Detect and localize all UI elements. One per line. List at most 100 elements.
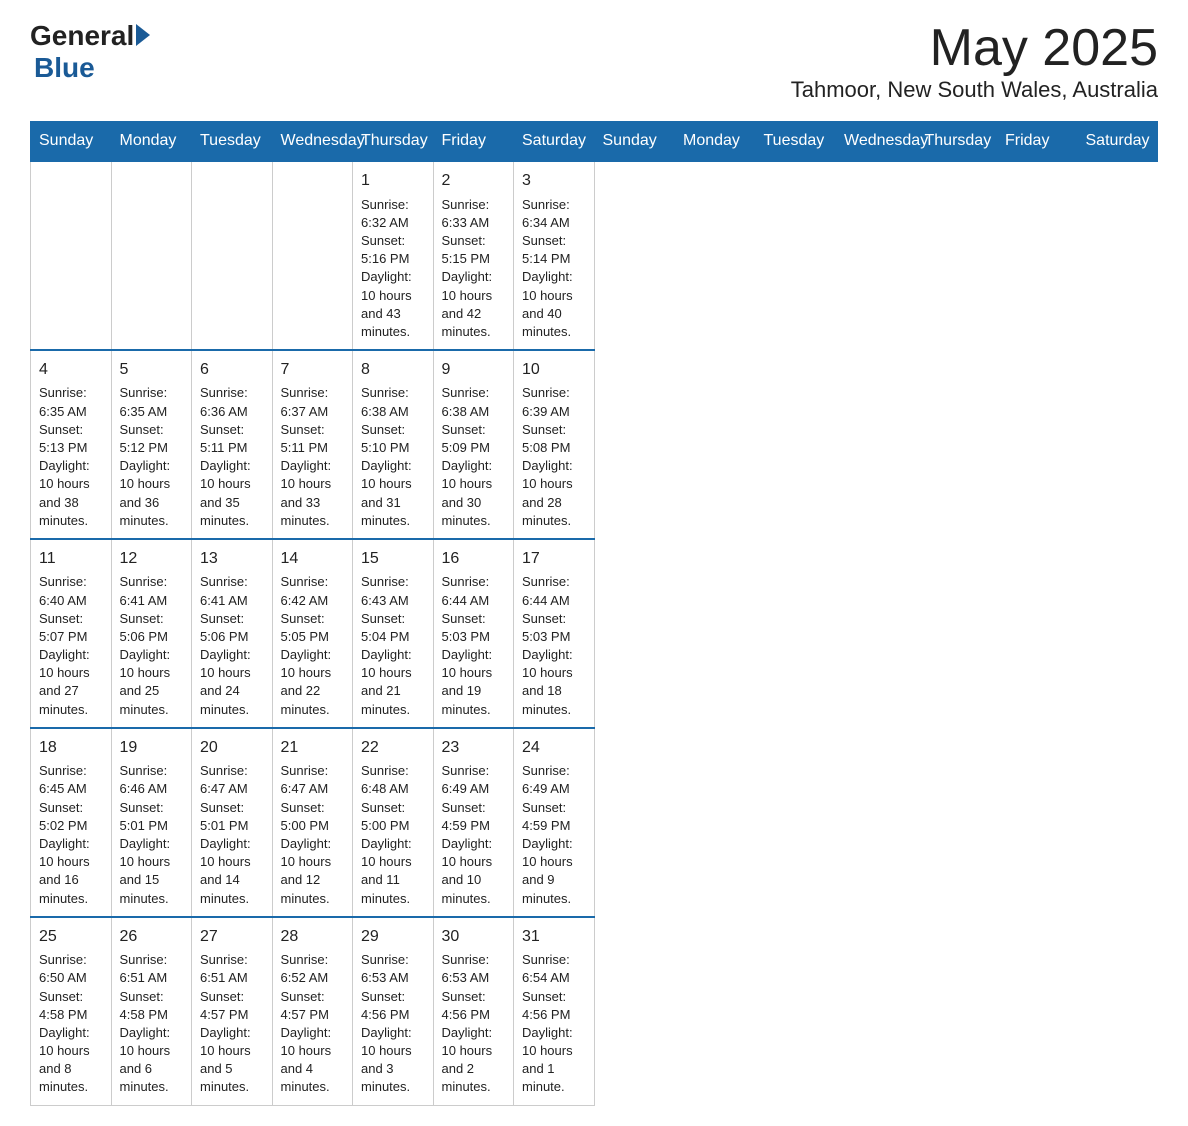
calendar-header-row: SundayMondayTuesdayWednesdayThursdayFrid… — [31, 122, 1158, 162]
calendar-cell: 21 Sunrise: 6:47 AMSunset: 5:00 PMDayligh… — [272, 728, 353, 917]
calendar-cell: 28Sunrise: 6:52 AMSunset: 4:57 PMDayligh… — [272, 917, 353, 1105]
day-number: 20 — [200, 737, 264, 759]
column-header-sunday: Sunday — [594, 122, 675, 162]
day-number: 30 — [442, 926, 506, 948]
day-number: 29 — [361, 926, 425, 948]
calendar-cell: 20Sunrise: 6:47 AMSunset: 5:01 PMDayligh… — [192, 728, 273, 917]
column-header-friday: Friday — [433, 122, 514, 162]
calendar-table: SundayMondayTuesdayWednesdayThursdayFrid… — [30, 121, 1158, 1105]
calendar-cell: 10 Sunrise: 6:39 AMSunset: 5:08 PMDayligh… — [514, 350, 595, 539]
calendar-cell: 15 Sunrise: 6:43 AMSunset: 5:04 PMDayligh… — [353, 539, 434, 728]
calendar-cell — [192, 161, 273, 350]
day-number: 19 — [120, 737, 184, 759]
calendar-cell: 16 Sunrise: 6:44 AMSunset: 5:03 PMDayligh… — [433, 539, 514, 728]
calendar-cell: 26Sunrise: 6:51 AMSunset: 4:58 PMDayligh… — [111, 917, 192, 1105]
day-info: Sunrise: 6:33 AMSunset: 5:15 PMDaylight:… — [442, 196, 506, 342]
column-header-saturday: Saturday — [1077, 122, 1158, 162]
day-info: Sunrise: 6:38 AMSunset: 5:09 PMDaylight:… — [442, 384, 506, 530]
calendar-week-row: 11Sunrise: 6:40 AMSunset: 5:07 PMDayligh… — [31, 539, 1158, 728]
column-header-monday: Monday — [111, 122, 192, 162]
calendar-cell: 2 Sunrise: 6:33 AMSunset: 5:15 PMDaylight… — [433, 161, 514, 350]
calendar-cell: 17Sunrise: 6:44 AMSunset: 5:03 PMDayligh… — [514, 539, 595, 728]
day-info: Sunrise: 6:38 AMSunset: 5:10 PMDaylight:… — [361, 384, 425, 530]
calendar-week-row: 1 Sunrise: 6:32 AMSunset: 5:16 PMDaylight… — [31, 161, 1158, 350]
day-info: Sunrise: 6:53 AMSunset: 4:56 PMDaylight:… — [442, 951, 506, 1097]
day-number: 14 — [281, 548, 345, 570]
calendar-cell: 19 Sunrise: 6:46 AMSunset: 5:01 PMDayligh… — [111, 728, 192, 917]
logo: General Blue — [30, 20, 150, 84]
day-info: Sunrise: 6:42 AMSunset: 5:05 PMDaylight:… — [281, 573, 345, 719]
column-header-thursday: Thursday — [916, 122, 997, 162]
day-info: Sunrise: 6:46 AMSunset: 5:01 PMDaylight:… — [120, 762, 184, 908]
logo-general-text: General — [30, 20, 134, 52]
calendar-cell: 7Sunrise: 6:37 AMSunset: 5:11 PMDaylight… — [272, 350, 353, 539]
calendar-cell: 27Sunrise: 6:51 AMSunset: 4:57 PMDayligh… — [192, 917, 273, 1105]
calendar-cell: 30 Sunrise: 6:53 AMSunset: 4:56 PMDayligh… — [433, 917, 514, 1105]
day-info: Sunrise: 6:49 AMSunset: 4:59 PMDaylight:… — [442, 762, 506, 908]
day-info: Sunrise: 6:43 AMSunset: 5:04 PMDaylight:… — [361, 573, 425, 719]
calendar-cell: 29 Sunrise: 6:53 AMSunset: 4:56 PMDayligh… — [353, 917, 434, 1105]
calendar-cell: 4 Sunrise: 6:35 AMSunset: 5:13 PMDaylight… — [31, 350, 112, 539]
day-info: Sunrise: 6:44 AMSunset: 5:03 PMDaylight:… — [442, 573, 506, 719]
day-number: 15 — [361, 548, 425, 570]
column-header-monday: Monday — [675, 122, 756, 162]
day-number: 31 — [522, 926, 586, 948]
day-info: Sunrise: 6:41 AMSunset: 5:06 PMDaylight:… — [200, 573, 264, 719]
day-info: Sunrise: 6:37 AMSunset: 5:11 PMDaylight:… — [281, 384, 345, 530]
column-header-tuesday: Tuesday — [755, 122, 836, 162]
calendar-cell — [31, 161, 112, 350]
day-number: 5 — [120, 359, 184, 381]
calendar-cell — [272, 161, 353, 350]
day-info: Sunrise: 6:53 AMSunset: 4:56 PMDaylight:… — [361, 951, 425, 1097]
calendar-cell: 13 Sunrise: 6:41 AMSunset: 5:06 PMDayligh… — [192, 539, 273, 728]
column-header-friday: Friday — [997, 122, 1078, 162]
calendar-cell: 24Sunrise: 6:49 AMSunset: 4:59 PMDayligh… — [514, 728, 595, 917]
column-header-wednesday: Wednesday — [272, 122, 353, 162]
logo-blue-text: Blue — [34, 52, 150, 84]
calendar-cell: 23 Sunrise: 6:49 AMSunset: 4:59 PMDayligh… — [433, 728, 514, 917]
day-info: Sunrise: 6:39 AMSunset: 5:08 PMDaylight:… — [522, 384, 586, 530]
month-title: May 2025 — [791, 20, 1158, 77]
calendar-cell: 9 Sunrise: 6:38 AMSunset: 5:09 PMDaylight… — [433, 350, 514, 539]
day-number: 2 — [442, 170, 506, 192]
calendar-cell: 31Sunrise: 6:54 AMSunset: 4:56 PMDayligh… — [514, 917, 595, 1105]
day-number: 13 — [200, 548, 264, 570]
day-number: 1 — [361, 170, 425, 192]
column-header-tuesday: Tuesday — [192, 122, 273, 162]
day-info: Sunrise: 6:49 AMSunset: 4:59 PMDaylight:… — [522, 762, 586, 908]
day-info: Sunrise: 6:48 AMSunset: 5:00 PMDaylight:… — [361, 762, 425, 908]
day-info: Sunrise: 6:51 AMSunset: 4:58 PMDaylight:… — [120, 951, 184, 1097]
day-number: 25 — [39, 926, 103, 948]
calendar-cell: 8 Sunrise: 6:38 AMSunset: 5:10 PMDaylight… — [353, 350, 434, 539]
location-title: Tahmoor, New South Wales, Australia — [791, 77, 1158, 103]
calendar-cell: 6 Sunrise: 6:36 AMSunset: 5:11 PMDaylight… — [192, 350, 273, 539]
calendar-cell: 14 Sunrise: 6:42 AMSunset: 5:05 PMDayligh… — [272, 539, 353, 728]
column-header-thursday: Thursday — [353, 122, 434, 162]
day-info: Sunrise: 6:35 AMSunset: 5:13 PMDaylight:… — [39, 384, 103, 530]
day-number: 6 — [200, 359, 264, 381]
day-info: Sunrise: 6:52 AMSunset: 4:57 PMDaylight:… — [281, 951, 345, 1097]
day-number: 10 — [522, 359, 586, 381]
day-number: 16 — [442, 548, 506, 570]
column-header-saturday: Saturday — [514, 122, 595, 162]
day-number: 8 — [361, 359, 425, 381]
day-info: Sunrise: 6:36 AMSunset: 5:11 PMDaylight:… — [200, 384, 264, 530]
day-info: Sunrise: 6:50 AMSunset: 4:58 PMDaylight:… — [39, 951, 103, 1097]
day-info: Sunrise: 6:47 AMSunset: 5:00 PMDaylight:… — [281, 762, 345, 908]
day-info: Sunrise: 6:51 AMSunset: 4:57 PMDaylight:… — [200, 951, 264, 1097]
calendar-cell: 3Sunrise: 6:34 AMSunset: 5:14 PMDaylight… — [514, 161, 595, 350]
calendar-week-row: 4 Sunrise: 6:35 AMSunset: 5:13 PMDaylight… — [31, 350, 1158, 539]
day-number: 3 — [522, 170, 586, 192]
calendar-cell: 18 Sunrise: 6:45 AMSunset: 5:02 PMDayligh… — [31, 728, 112, 917]
calendar-cell: 25 Sunrise: 6:50 AMSunset: 4:58 PMDayligh… — [31, 917, 112, 1105]
day-number: 9 — [442, 359, 506, 381]
calendar-week-row: 25 Sunrise: 6:50 AMSunset: 4:58 PMDayligh… — [31, 917, 1158, 1105]
day-number: 23 — [442, 737, 506, 759]
day-number: 4 — [39, 359, 103, 381]
day-info: Sunrise: 6:45 AMSunset: 5:02 PMDaylight:… — [39, 762, 103, 908]
day-number: 18 — [39, 737, 103, 759]
day-number: 21 — [281, 737, 345, 759]
calendar-week-row: 18 Sunrise: 6:45 AMSunset: 5:02 PMDayligh… — [31, 728, 1158, 917]
calendar-cell: 12Sunrise: 6:41 AMSunset: 5:06 PMDayligh… — [111, 539, 192, 728]
day-info: Sunrise: 6:32 AMSunset: 5:16 PMDaylight:… — [361, 196, 425, 342]
